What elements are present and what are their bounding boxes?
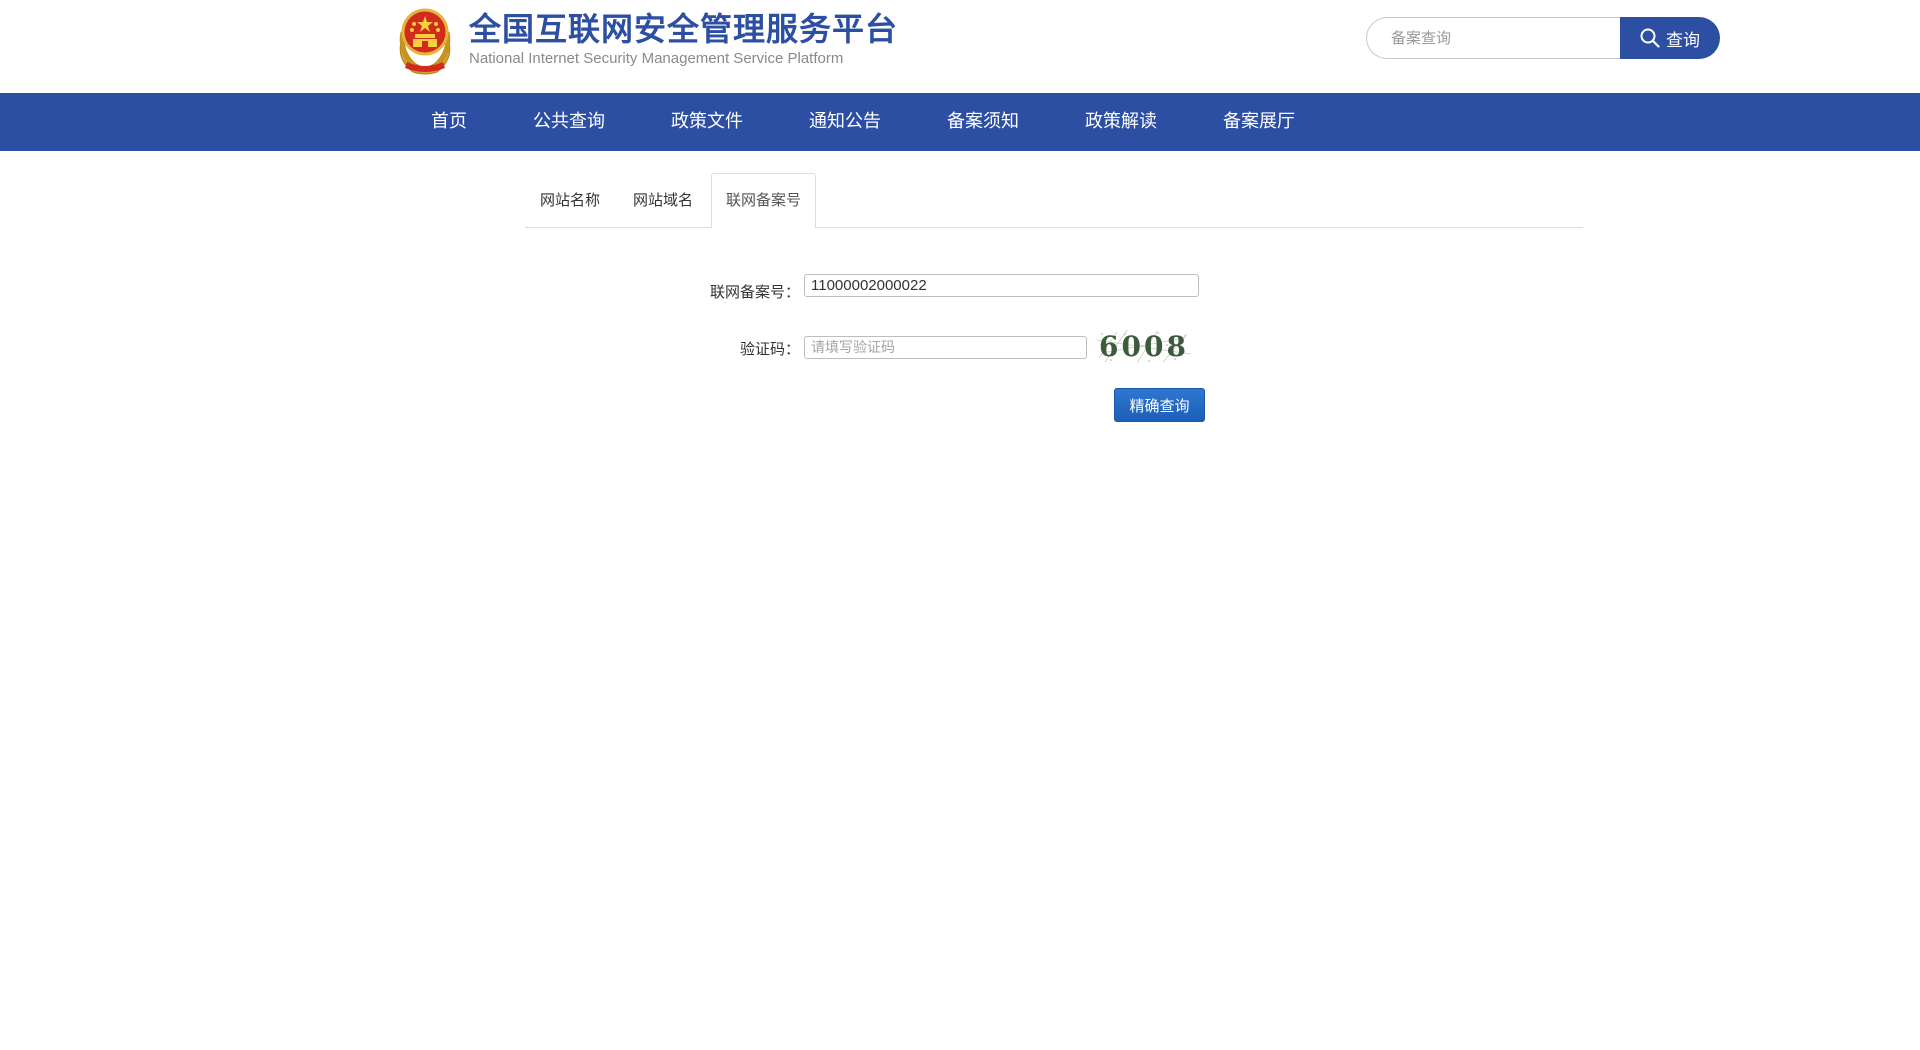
page-header: 全国互联网安全管理服务平台 National Internet Security… [0,0,1920,93]
site-title: 全国互联网安全管理服务平台 [469,10,899,48]
query-tabs: 网站名称 网站域名 联网备案号 [525,173,1583,228]
tab-website-name[interactable]: 网站名称 [525,173,615,227]
header-search: 查询 [1366,17,1720,59]
site-brand[interactable]: 全国互联网安全管理服务平台 National Internet Security… [393,2,898,76]
record-number-field[interactable] [804,274,1199,297]
nav-item-filing-guide[interactable]: 备案须知 [921,93,1045,151]
search-icon [1640,28,1660,48]
captcha-text: 6008 [1099,330,1189,363]
tab-record-number[interactable]: 联网备案号 [711,173,817,228]
search-input[interactable] [1366,17,1620,59]
nav-item-policy-documents[interactable]: 政策文件 [645,93,769,151]
exact-query-button[interactable]: 精确查询 [1114,388,1205,422]
captcha-label: 验证码： [739,340,800,358]
nav-item-policy-interpretation[interactable]: 政策解读 [1059,93,1183,151]
nav-item-filing-hall[interactable]: 备案展厅 [1197,93,1321,151]
nav-item-notices[interactable]: 通知公告 [783,93,907,151]
search-button-label: 查询 [1666,30,1700,51]
search-button[interactable]: 查询 [1620,17,1720,59]
main-content: 网站名称 网站域名 联网备案号 联网备案号： 验证码： 6008 精确查询 [0,151,1920,1050]
captcha-image[interactable]: 6008 [1097,328,1191,364]
site-subtitle: National Internet Security Management Se… [469,50,844,67]
nav-item-public-query[interactable]: 公共查询 [507,93,631,151]
captcha-field[interactable] [804,336,1087,359]
main-nav: 首页 公共查询 政策文件 通知公告 备案须知 政策解读 备案展厅 [0,93,1920,151]
tab-website-domain[interactable]: 网站域名 [618,173,708,227]
record-number-label: 联网备案号： [709,283,800,301]
national-emblem-icon [399,8,451,75]
nav-item-home[interactable]: 首页 [405,93,493,151]
